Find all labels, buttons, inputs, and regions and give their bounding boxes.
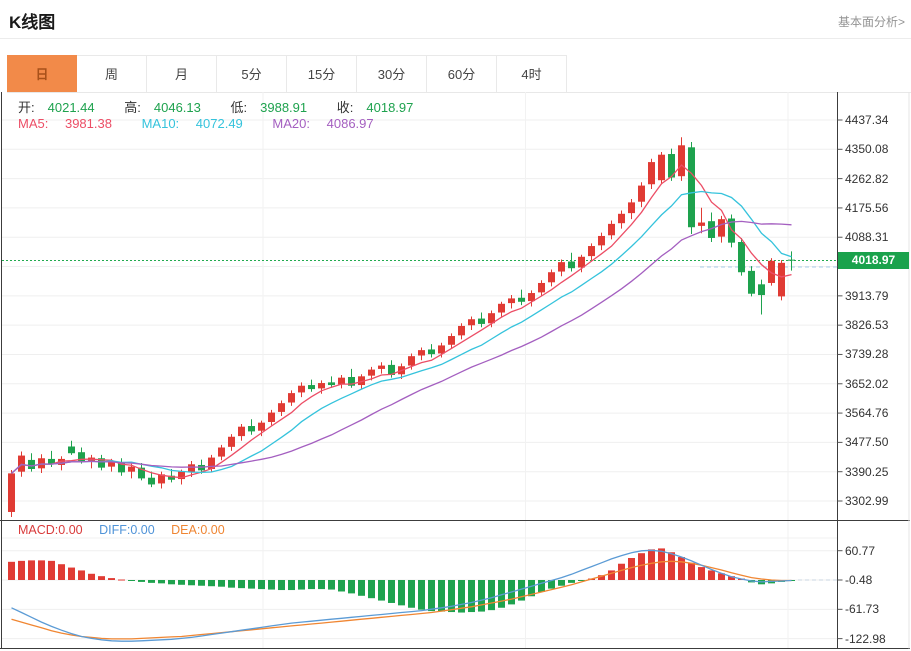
macd-readout: MACD:0.00 DIFF:0.00 DEA:0.00	[18, 523, 238, 537]
candles	[8, 137, 795, 517]
high-value: 4046.13	[154, 100, 201, 115]
price-tick-label: 4262.82	[845, 172, 905, 186]
current-price-badge: 4018.97	[838, 252, 909, 269]
ma5-line	[12, 165, 792, 478]
grid-lines	[2, 92, 838, 649]
price-tick-label: 4175.56	[845, 201, 905, 215]
ma-readout: MA5: 3981.38 MA10: 4072.49 MA20: 4086.97	[18, 116, 400, 131]
price-tick-label: 4088.31	[845, 230, 905, 244]
macd-tick-label: -0.48	[845, 573, 905, 587]
ma20-line	[12, 221, 792, 473]
macd-tick-label: -122.98	[845, 632, 905, 646]
ma10-line	[12, 192, 792, 474]
price-tick-label: 3564.76	[845, 406, 905, 420]
price-tick-label: 3390.25	[845, 465, 905, 479]
price-tick-label: 4350.08	[845, 142, 905, 156]
open-value: 4021.44	[48, 100, 95, 115]
ma10-value: MA10: 4072.49	[142, 116, 256, 131]
price-tick-label: 3739.28	[845, 347, 905, 361]
macd-tick-label: -61.73	[845, 602, 905, 616]
price-tick-label: 3302.99	[845, 494, 905, 508]
high-label: 高:4046.13	[124, 100, 214, 115]
price-tick-label: 4437.34	[845, 113, 905, 127]
low-value: 3988.91	[260, 100, 307, 115]
macd-value: MACD:0.00	[18, 523, 83, 537]
price-tick-label: 3826.53	[845, 318, 905, 332]
low-label: 低:3988.91	[231, 100, 321, 115]
macd-tick-label: 60.77	[845, 544, 905, 558]
dea-value: DEA:0.00	[171, 523, 225, 537]
ma5-value: MA5: 3981.38	[18, 116, 125, 131]
close-label: 收:4018.97	[337, 100, 427, 115]
price-tick-label: 3652.02	[845, 377, 905, 391]
ohlc-readout: 开:4021.44 高:4046.13 低:3988.91 收:4018.97	[18, 97, 439, 116]
pane-borders	[0, 92, 910, 649]
diff-value: DIFF:0.00	[99, 523, 155, 537]
open-label: 开:4021.44	[18, 100, 108, 115]
price-tick-label: 3477.50	[845, 435, 905, 449]
ma20-value: MA20: 4086.97	[272, 116, 386, 131]
price-tick-label: 3913.79	[845, 289, 905, 303]
close-value: 4018.97	[366, 100, 413, 115]
